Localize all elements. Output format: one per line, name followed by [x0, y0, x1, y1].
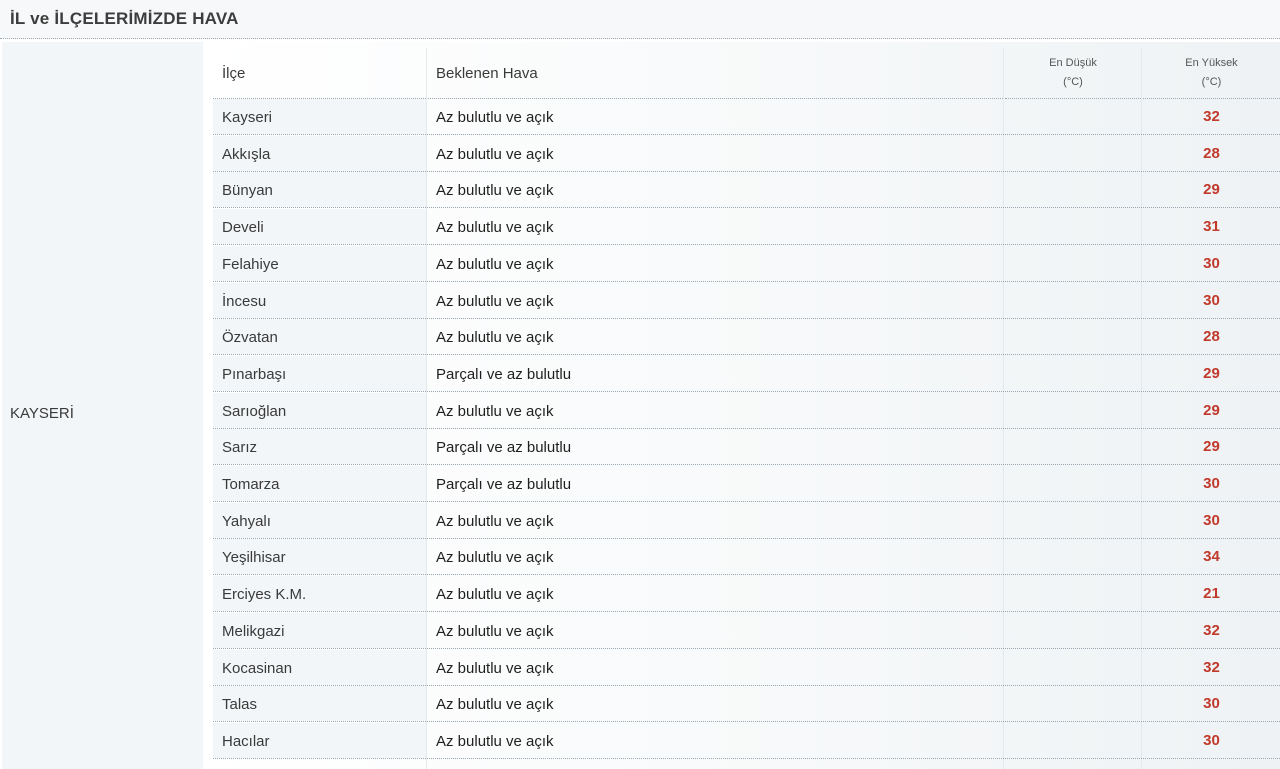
ilce-name: Kocasinan	[222, 659, 293, 677]
table-row: Yahyalı Az bulutlu ve açık 30	[213, 502, 1280, 539]
table-row: İncesu Az bulutlu ve açık 30	[213, 282, 1280, 319]
ilce-name: Talas	[222, 696, 258, 714]
expected-weather: Az bulutlu ve açık	[436, 255, 554, 273]
max-temperature: 28	[1203, 328, 1220, 346]
ilce-name: Akkışla	[222, 145, 271, 163]
column-header-hava-label: Beklenen Hava	[436, 65, 538, 82]
max-temperature: 32	[1203, 108, 1220, 125]
section-header: İL ve İLÇELERİMİZDE HAVA	[0, 0, 1280, 39]
table-row: Kocasinan Az bulutlu ve açık 32	[213, 649, 1280, 686]
table-row: Erciyes K.M. Az bulutlu ve açık 21	[213, 576, 1280, 613]
expected-weather: Az bulutlu ve açık	[436, 622, 554, 640]
column-header-max: En Yüksek (°C)	[1143, 42, 1280, 99]
ilce-name: Erciyes K.M.	[222, 586, 307, 604]
expected-weather: Az bulutlu ve açık	[436, 145, 554, 163]
expected-weather: Az bulutlu ve açık	[436, 292, 554, 310]
expected-weather: Az bulutlu ve açık	[436, 512, 554, 530]
ilce-name: Sarız	[222, 439, 258, 457]
weather-table: İlçe Beklenen Hava En Düşük (°C) En Yüks…	[206, 42, 1280, 769]
column-header-ilce: İlçe	[213, 42, 426, 99]
ilce-name: Bünyan	[222, 182, 273, 200]
expected-weather: Az bulutlu ve açık	[436, 586, 554, 604]
column-header-min-unit: (°C)	[1063, 76, 1083, 88]
column-header-max-label: En Yüksek	[1185, 57, 1238, 69]
max-temperature: 30	[1203, 511, 1220, 529]
expected-weather: Az bulutlu ve açık	[436, 329, 554, 347]
expected-weather: Az bulutlu ve açık	[436, 109, 554, 126]
column-header-min: En Düşük (°C)	[1005, 42, 1141, 99]
max-temperature: 30	[1203, 291, 1220, 309]
max-temperature: 34	[1203, 548, 1220, 566]
expected-weather: Az bulutlu ve açık	[436, 182, 554, 200]
table-row: Sarız Parçalı ve az bulutlu 29	[213, 429, 1280, 466]
table-row: Develi Az bulutlu ve açık 31	[213, 209, 1280, 246]
ilce-name: Yeşilhisar	[222, 549, 286, 567]
table-row: Özvatan Az bulutlu ve açık 28	[213, 319, 1280, 356]
max-temperature: 30	[1203, 731, 1220, 749]
ilce-name: Sarıoğlan	[222, 402, 287, 420]
ilce-name: Melikgazi	[222, 622, 285, 640]
max-temperature: 28	[1203, 144, 1220, 162]
expected-weather: Az bulutlu ve açık	[436, 732, 554, 750]
table-row: Felahiye Az bulutlu ve açık 30	[213, 245, 1280, 282]
max-temperature: 31	[1203, 218, 1220, 236]
expected-weather: Parçalı ve az bulutlu	[436, 439, 572, 457]
province-cell: KAYSERİ	[2, 42, 203, 769]
province-name: KAYSERİ	[10, 405, 74, 422]
table-row: Yeşilhisar Az bulutlu ve açık 34	[213, 539, 1280, 576]
ilce-name: İncesu	[222, 292, 267, 310]
max-temperature: 21	[1203, 585, 1220, 603]
table-row: Akkışla Az bulutlu ve açık 28	[213, 135, 1280, 172]
ilce-name: Kayseri	[222, 109, 273, 126]
column-header-ilce-label: İlçe	[222, 65, 246, 82]
max-temperature: 29	[1203, 438, 1220, 456]
max-temperature: 29	[1203, 401, 1220, 419]
table-row: Pınarbaşı Parçalı ve az bulutlu 29	[213, 355, 1280, 392]
table-row: Talas Az bulutlu ve açık 30	[213, 686, 1280, 723]
expected-weather: Az bulutlu ve açık	[436, 402, 554, 420]
max-temperature: 29	[1203, 181, 1220, 199]
ilce-name: Felahiye	[222, 255, 279, 273]
max-temperature: 30	[1203, 695, 1220, 713]
max-temperature: 32	[1203, 658, 1220, 676]
expected-weather: Az bulutlu ve açık	[436, 549, 554, 567]
ilce-name: Pınarbaşı	[222, 365, 287, 383]
ilce-name: Yahyalı	[222, 512, 271, 530]
ilce-name: Hacılar	[222, 732, 270, 750]
ilce-name: Özvatan	[222, 329, 278, 347]
table-row: Sarıoğlan Az bulutlu ve açık 29	[213, 392, 1280, 429]
column-header-min-label: En Düşük	[1049, 57, 1097, 69]
table-row: Hacılar Az bulutlu ve açık 30	[213, 722, 1280, 759]
table-row: Tomarza Parçalı ve az bulutlu 30	[213, 466, 1280, 502]
expected-weather: Parçalı ve az bulutlu	[436, 476, 572, 493]
column-header-hava: Beklenen Hava	[428, 42, 1003, 99]
table-row: Kayseri Az bulutlu ve açık 32	[213, 99, 1280, 135]
expected-weather: Parçalı ve az bulutlu	[436, 365, 572, 383]
max-temperature: 29	[1203, 364, 1220, 382]
expected-weather: Az bulutlu ve açık	[436, 696, 554, 714]
max-temperature: 30	[1203, 475, 1220, 492]
max-temperature: 32	[1203, 621, 1220, 639]
table-row: Melikgazi Az bulutlu ve açık 32	[213, 612, 1280, 649]
max-temperature: 30	[1203, 254, 1220, 272]
section-title: İL ve İLÇELERİMİZDE HAVA	[10, 9, 239, 28]
expected-weather: Az bulutlu ve açık	[436, 659, 554, 677]
ilce-name: Develi	[222, 219, 264, 237]
expected-weather: Az bulutlu ve açık	[436, 219, 554, 237]
ilce-name: Tomarza	[222, 476, 280, 493]
table-row: Bünyan Az bulutlu ve açık 29	[213, 172, 1280, 209]
column-header-max-unit: (°C)	[1201, 76, 1222, 88]
